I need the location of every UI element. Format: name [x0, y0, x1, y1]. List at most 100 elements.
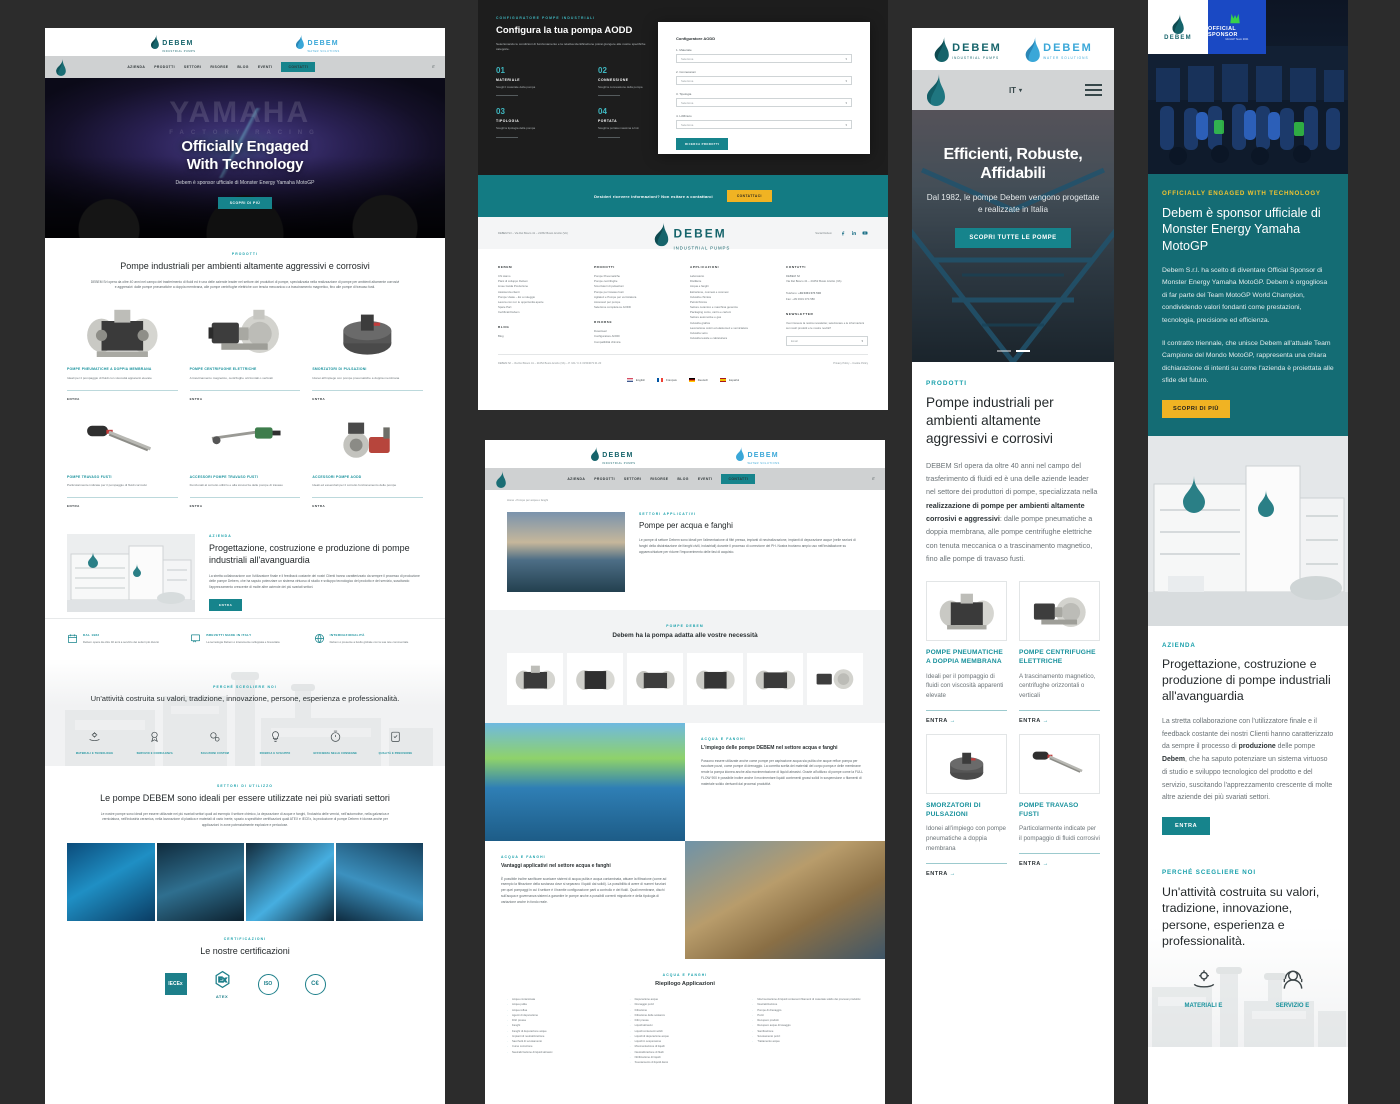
- pump-thumb-1[interactable]: [507, 652, 563, 705]
- hero-cta-button[interactable]: SCOPRI DI PIÙ: [217, 197, 273, 210]
- hamburger-menu-icon[interactable]: [1085, 81, 1102, 99]
- nav-item-azienda[interactable]: AZIENDA: [567, 477, 585, 481]
- legal-text: DEBEM Srl – Via Del Bosco 41 – 21052 Bus…: [498, 362, 602, 366]
- youtube-icon[interactable]: [862, 230, 868, 236]
- language-selector[interactable]: IT: [872, 477, 875, 481]
- mobile-language-selector[interactable]: IT ▾: [1009, 86, 1022, 95]
- app-body: Le pompe di settore Debem sono ideali pe…: [639, 538, 856, 554]
- product-link[interactable]: ENTRA →: [1019, 718, 1100, 724]
- product-card[interactable]: SMORZATORI DI PULSAZIONI Idonei all'impi…: [312, 305, 423, 401]
- nav-item-settori[interactable]: SETTORI: [624, 477, 641, 481]
- dot[interactable]: [996, 350, 1011, 352]
- nav-item-risorse[interactable]: RISORSE: [210, 65, 228, 69]
- product-card[interactable]: POMPE CENTRIFUGHE ELETTRICHE A trascinam…: [1019, 581, 1100, 724]
- product-card[interactable]: SMORZATORI DI PULSAZIONI Idonei all'impi…: [926, 734, 1007, 877]
- nav-item-eventi[interactable]: EVENTI: [698, 477, 713, 481]
- nav-item-prodotti[interactable]: PRODOTTI: [594, 477, 615, 481]
- product-link[interactable]: ENTRA: [190, 504, 301, 508]
- product-card[interactable]: ACCESSORI POMPE AODD Ideali ed essenzial…: [312, 413, 423, 508]
- pump-thumb-3[interactable]: [627, 652, 683, 705]
- column-title: PRODOTTI: [594, 265, 615, 269]
- debem-drop-icon[interactable]: [55, 58, 66, 76]
- product-link[interactable]: ENTRA →: [926, 718, 1007, 724]
- product-card[interactable]: POMPE PNEUMATICHE A DOPPIA MEMBRANA Idea…: [67, 305, 178, 401]
- product-card[interactable]: POMPE TRAVASO FUSTI Particolarmente indi…: [1019, 734, 1100, 877]
- debem-industrial-logo[interactable]: DEBEM INDUSTRIAL PUMPS: [933, 36, 1002, 62]
- pump-thumb-5[interactable]: [747, 652, 803, 705]
- connessioni-select[interactable]: Seleziona ▾: [676, 76, 852, 85]
- product-link[interactable]: ENTRA: [67, 504, 178, 508]
- aodd-pump-icon: [67, 305, 178, 361]
- nav-contact-button[interactable]: CONTATTI: [281, 62, 316, 72]
- lang-espanol[interactable]: Español: [720, 378, 739, 383]
- product-card[interactable]: ACCESSORI POMPE TRAVASO FUSTI Funzionali…: [189, 413, 301, 508]
- materiale-select[interactable]: Seleziona ▾: [676, 54, 852, 63]
- product-link[interactable]: ENTRA →: [926, 871, 1007, 877]
- list-item[interactable]: Compatibilità chimica: [594, 340, 676, 345]
- debem-drop-icon[interactable]: [924, 74, 946, 106]
- product-link[interactable]: ENTRA: [312, 397, 423, 401]
- lang-deutsch[interactable]: Deutsch: [688, 378, 708, 383]
- brand-tagline: INDUSTRIAL PUMPS: [952, 56, 1000, 60]
- product-card[interactable]: POMPE TRAVASO FUSTI Particolarmente indi…: [67, 413, 178, 508]
- lang-francais[interactable]: Français: [657, 378, 677, 383]
- brand-wordmark: DEBEM: [952, 42, 1002, 54]
- mobile-products-eyebrow: PRODOTTI: [926, 380, 968, 387]
- product-desc: Funzionali al corretto utilizzo e alla s…: [189, 483, 283, 488]
- debem-industrial-logo[interactable]: DEBEM INDUSTRIAL PUMPS: [590, 444, 635, 465]
- product-link[interactable]: ENTRA: [67, 397, 178, 401]
- monster-yamaha-icon: [1230, 13, 1240, 24]
- product-link[interactable]: ENTRA: [190, 397, 301, 401]
- search-products-button[interactable]: RICERCA PRODOTTI: [676, 138, 729, 150]
- app-title: Pompe per acqua e fanghi: [639, 521, 733, 530]
- chevron-down-icon: ▾: [845, 56, 847, 61]
- debem-water-logo[interactable]: DEBEM WATER SOLUTIONS: [1024, 36, 1093, 62]
- product-link[interactable]: ENTRA: [312, 504, 423, 508]
- newsletter-email-input[interactable]: Email ▾: [786, 336, 868, 347]
- legal-links[interactable]: Privacy Policy – Cookie Policy: [833, 362, 868, 365]
- nav-contact-button[interactable]: CONTATTI: [721, 474, 756, 484]
- linkedin-icon[interactable]: [851, 230, 857, 236]
- debem-drop-icon[interactable]: [495, 470, 506, 488]
- mobile-hero-cta[interactable]: SCOPRI TUTTE LE POMPE: [955, 227, 1071, 248]
- nav-item-risorse[interactable]: RISORSE: [650, 477, 668, 481]
- pump-thumb-4[interactable]: [687, 652, 743, 705]
- lang-english[interactable]: English: [626, 378, 645, 383]
- nav-item-eventi[interactable]: EVENTI: [258, 65, 273, 69]
- facebook-icon[interactable]: [840, 230, 846, 236]
- list-item[interactable]: Blog: [498, 334, 580, 339]
- cta-contact-button[interactable]: CONTATTACI: [726, 190, 772, 202]
- company-enter-button[interactable]: ENTRA: [1162, 817, 1211, 836]
- desktop-homepage-panel: DEBEM INDUSTRIAL PUMPS DEBEM WATER SOLUT…: [45, 28, 445, 1104]
- debem-industrial-logo[interactable]: DEBEM INDUSTRIAL PUMPS: [150, 32, 195, 53]
- product-card[interactable]: POMPE PNEUMATICHE A DOPPIA MEMBRANA Idea…: [926, 581, 1007, 724]
- value-label: RICERCA E SVILUPPO: [259, 752, 291, 756]
- nav-item-prodotti[interactable]: PRODOTTI: [154, 65, 175, 69]
- pump-thumb-6[interactable]: [807, 652, 863, 705]
- dot-active[interactable]: [1015, 350, 1030, 352]
- nav-item-settori[interactable]: SETTORI: [184, 65, 201, 69]
- footer-address: DEBEM Srl – Via Del Bosco 41 – 21052 Bus…: [498, 231, 568, 235]
- sectors-title: Le pompe DEBEM sono ideali per essere ut…: [100, 792, 390, 803]
- step-title: TIPOLOGIA: [496, 119, 520, 123]
- nav-item-blog[interactable]: BLOG: [237, 65, 248, 69]
- tipologia-select[interactable]: Seleziona ▾: [676, 98, 852, 107]
- debem-water-logo[interactable]: DEBEM WATER SOLUTIONS: [735, 444, 779, 465]
- product-card[interactable]: POMPE CENTRIFUGHE ELETTRICHE A trascinam…: [189, 305, 301, 401]
- portata-select[interactable]: Seleziona ▾: [676, 120, 852, 129]
- language-selector[interactable]: IT: [432, 65, 435, 69]
- list-item[interactable]: Selezione completa su AODD: [594, 305, 676, 310]
- nav-item-azienda[interactable]: AZIENDA: [127, 65, 145, 69]
- medal-icon: [151, 732, 159, 743]
- nav-item-blog[interactable]: BLOG: [677, 477, 688, 481]
- list-item[interactable]: Industria tessile e calzaturiera: [690, 336, 772, 341]
- motogp-cta-button[interactable]: SCOPRI DI PIÙ: [1162, 400, 1230, 419]
- company-enter-button[interactable]: ENTRA: [209, 598, 243, 611]
- list-item[interactable]: Certificati Debem: [498, 310, 580, 315]
- pump-thumb-2[interactable]: [567, 652, 623, 705]
- carousel-dots[interactable]: [912, 350, 1114, 352]
- footer-logo[interactable]: DEBEM INDUSTRIAL PUMPS: [653, 215, 730, 251]
- product-link[interactable]: ENTRA →: [1019, 861, 1100, 867]
- debem-water-logo[interactable]: DEBEM WATER SOLUTIONS: [295, 32, 339, 53]
- step-number: 01: [496, 65, 505, 75]
